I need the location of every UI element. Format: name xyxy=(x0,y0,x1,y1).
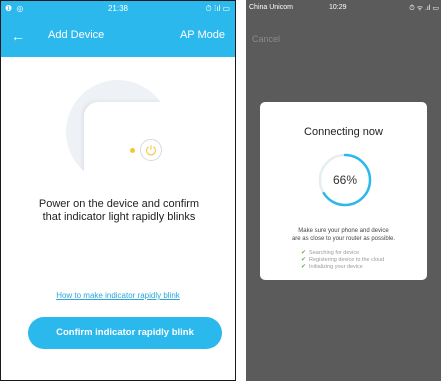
cancel-button[interactable]: Cancel xyxy=(252,34,280,44)
dialog-description: Make sure your phone and device are as c… xyxy=(266,227,421,243)
page-title: Add Device xyxy=(48,29,105,41)
description-line: are as close to your router as possible. xyxy=(291,236,396,242)
progress-percent: 66% xyxy=(332,173,358,187)
instruction-text: Power on the device and confirm that ind… xyxy=(9,198,229,224)
step-label: Registering device to the cloud xyxy=(309,257,385,263)
device-illustration xyxy=(66,80,170,184)
list-item: ✔ Searching for device xyxy=(301,250,384,257)
status-time: 10:29 xyxy=(329,4,347,11)
check-icon: ✔ xyxy=(301,257,307,263)
connecting-screen: China Unicom 10:29 ⏱ ᯤ .ıl ▭ Cancel Conn… xyxy=(246,0,441,381)
device-body xyxy=(84,102,170,184)
instruction-line: that indicator light rapidly blinks xyxy=(42,211,196,223)
ap-mode-button[interactable]: AP Mode xyxy=(180,29,225,41)
list-item: ✔ Registering device to the cloud xyxy=(301,257,384,264)
step-label: Searching for device xyxy=(309,250,360,256)
instruction-line: Power on the device and confirm xyxy=(38,198,200,210)
connecting-dialog: Connecting now 66% Make sure your phone … xyxy=(260,102,427,280)
description-line: Make sure your phone and device xyxy=(298,228,389,234)
power-button-icon xyxy=(140,139,162,161)
indicator-light-icon xyxy=(130,148,135,153)
check-icon: ✔ xyxy=(301,264,307,270)
status-time: 21:38 xyxy=(107,4,129,13)
status-bar: ❶ ◎ 21:38 ⏱ ⁞ıl ▭ xyxy=(1,1,235,17)
status-icons-right: ⏱ ⁞ıl ▭ xyxy=(205,4,230,13)
nav-bar: ← Add Device AP Mode xyxy=(1,17,235,57)
status-carrier: China Unicom xyxy=(249,4,293,11)
status-icons-right: ⏱ ᯤ .ıl ▭ xyxy=(409,5,439,12)
status-bar: China Unicom 10:29 ⏱ ᯤ .ıl ▭ xyxy=(246,0,441,16)
step-list: ✔ Searching for device ✔ Registering devic… xyxy=(301,250,384,271)
list-item: ✔ Initializing your device xyxy=(301,264,384,271)
check-icon: ✔ xyxy=(301,250,307,256)
step-label: Initializing your device xyxy=(309,264,363,270)
back-arrow-icon[interactable]: ← xyxy=(11,28,27,44)
dialog-title: Connecting now xyxy=(304,126,383,138)
add-device-screen: ❶ ◎ 21:38 ⏱ ⁞ıl ▭ ← Add Device AP Mode P… xyxy=(0,0,236,381)
progress-ring: 66% xyxy=(317,152,373,208)
help-link[interactable]: How to make indicator rapidly blink xyxy=(1,291,235,300)
confirm-blink-button[interactable]: Confirm indicator rapidly blink xyxy=(28,317,222,349)
